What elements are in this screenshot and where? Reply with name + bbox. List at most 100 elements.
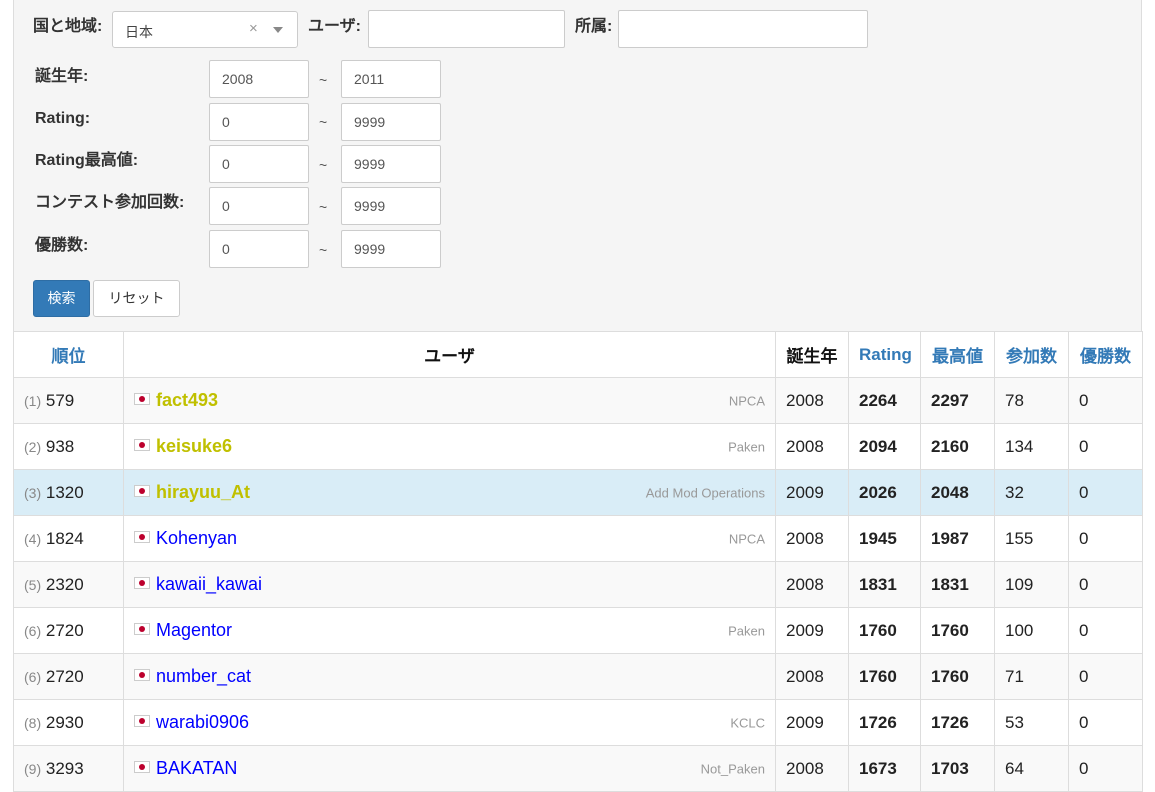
japan-flag-icon — [134, 668, 150, 681]
rating-cell: 2264 — [848, 377, 921, 424]
user-cell: Kohenyan NPCA — [123, 515, 776, 562]
birth-year-cell: 2008 — [775, 515, 849, 562]
user-link[interactable]: BAKATAN — [156, 758, 237, 778]
wins-cell: 0 — [1068, 653, 1143, 700]
user-cell: fact493 NPCA — [123, 377, 776, 424]
rating-cell: 2026 — [848, 469, 921, 516]
wins-cell: 0 — [1068, 377, 1143, 424]
contest-count-max-input[interactable] — [341, 187, 441, 225]
user-link[interactable]: Magentor — [156, 620, 232, 640]
affiliation-text: Add Mod Operations — [645, 485, 765, 500]
user-input[interactable] — [368, 10, 565, 48]
matches-column-header[interactable]: 参加数 — [994, 331, 1069, 378]
rank-column-header[interactable]: 順位 — [13, 331, 124, 378]
highest-rating-cell: 1760 — [920, 607, 995, 654]
rank-number: 1320 — [45, 482, 84, 502]
rating-label: Rating: — [35, 110, 91, 127]
rating-cell: 1760 — [848, 607, 921, 654]
table-row: (8) 2930 warabi0906 KCLC 2009 1726 1726 53 0 — [13, 699, 1143, 746]
rating-cell: 1945 — [848, 515, 921, 562]
rating-column-header[interactable]: Rating — [848, 331, 921, 378]
reset-button[interactable]: リセット — [93, 280, 180, 317]
rating-cell: 1831 — [848, 561, 921, 608]
user-link[interactable]: Kohenyan — [156, 528, 237, 548]
highest-rating-cell: 1703 — [920, 745, 995, 792]
rank-cell: (4) 1824 — [13, 515, 124, 562]
range-separator: ~ — [319, 242, 328, 258]
affiliation-text: Paken — [728, 439, 765, 454]
search-filter-panel — [13, 0, 1142, 331]
matches-cell: 109 — [994, 561, 1069, 608]
highest-rating-min-input[interactable] — [209, 145, 309, 183]
rank-number: 938 — [45, 436, 75, 456]
japan-flag-icon — [134, 714, 150, 727]
japan-flag-icon — [134, 576, 150, 589]
country-label: 国と地域: — [33, 18, 103, 35]
wins-column-header[interactable]: 優勝数 — [1068, 331, 1143, 378]
highest-column-header[interactable]: 最高値 — [920, 331, 995, 378]
country-select[interactable]: 日本 × — [112, 11, 298, 48]
rank-number: 2720 — [45, 620, 84, 640]
rank-sub-number: (3) — [24, 484, 42, 501]
rank-cell: (6) 2720 — [13, 607, 124, 654]
rank-cell: (2) 938 — [13, 423, 124, 470]
clear-icon[interactable]: × — [249, 20, 258, 37]
user-column-header: ユーザ — [123, 331, 776, 378]
highest-rating-cell: 1760 — [920, 653, 995, 700]
matches-cell: 71 — [994, 653, 1069, 700]
table-row: (1) 579 fact493 NPCA 2008 2264 2297 78 0 — [13, 377, 1143, 424]
affiliation-text: Not_Paken — [700, 761, 765, 776]
rank-sub-number: (6) — [24, 668, 42, 685]
rank-sub-number: (5) — [24, 576, 42, 593]
affiliation-input[interactable] — [618, 10, 868, 48]
highest-rating-max-input[interactable] — [341, 145, 441, 183]
rank-sub-number: (8) — [24, 714, 42, 731]
user-label: ユーザ: — [308, 18, 362, 35]
user-link[interactable]: kawaii_kawai — [156, 574, 262, 594]
japan-flag-icon — [134, 622, 150, 635]
wins-cell: 0 — [1068, 561, 1143, 608]
chevron-down-icon[interactable] — [273, 27, 283, 33]
rating-min-input[interactable] — [209, 103, 309, 141]
highest-rating-cell: 1987 — [920, 515, 995, 562]
affiliation-text: NPCA — [728, 393, 765, 408]
user-cell: kawaii_kawai — [123, 561, 776, 608]
matches-cell: 134 — [994, 423, 1069, 470]
rank-cell: (9) 3293 — [13, 745, 124, 792]
highest-rating-cell: 1726 — [920, 699, 995, 746]
contest-count-min-input[interactable] — [209, 187, 309, 225]
japan-flag-icon — [134, 484, 150, 497]
rank-sub-number: (2) — [24, 438, 42, 455]
table-header-row: 順位 ユーザ 誕生年 Rating 最高値 参加数 優勝数 — [13, 331, 1143, 378]
rank-cell: (6) 2720 — [13, 653, 124, 700]
wins-min-input[interactable] — [209, 230, 309, 268]
user-cell: BAKATAN Not_Paken — [123, 745, 776, 792]
matches-cell: 32 — [994, 469, 1069, 516]
range-separator: ~ — [319, 114, 328, 130]
ranking-table-body: (1) 579 fact493 NPCA 2008 2264 2297 78 0 (2) 938… — [13, 377, 1143, 792]
user-link[interactable]: warabi0906 — [156, 712, 249, 732]
user-link[interactable]: number_cat — [156, 666, 251, 686]
birth-year-min-input[interactable] — [209, 60, 309, 98]
rank-sub-number: (9) — [24, 760, 42, 777]
rating-max-input[interactable] — [341, 103, 441, 141]
user-link[interactable]: hirayuu_At — [156, 482, 250, 502]
user-link[interactable]: keisuke6 — [156, 436, 232, 456]
highest-rating-cell: 2160 — [920, 423, 995, 470]
matches-cell: 155 — [994, 515, 1069, 562]
table-row: (5) 2320 kawaii_kawai 2008 1831 1831 109 0 — [13, 561, 1143, 608]
wins-max-input[interactable] — [341, 230, 441, 268]
search-button[interactable]: 検索 — [33, 280, 90, 317]
affiliation-text: NPCA — [728, 531, 765, 546]
rank-sub-number: (6) — [24, 622, 42, 639]
birth-year-cell: 2009 — [775, 469, 849, 516]
rank-sub-number: (4) — [24, 530, 42, 547]
birth-year-cell: 2008 — [775, 423, 849, 470]
user-link[interactable]: fact493 — [156, 390, 218, 410]
affiliation-text: KCLC — [730, 715, 765, 730]
table-row: (4) 1824 Kohenyan NPCA 2008 1945 1987 155 0 — [13, 515, 1143, 562]
rank-cell: (5) 2320 — [13, 561, 124, 608]
rank-sub-number: (1) — [24, 392, 42, 409]
birth-year-max-input[interactable] — [341, 60, 441, 98]
table-row: (2) 938 keisuke6 Paken 2008 2094 2160 134 0 — [13, 423, 1143, 470]
